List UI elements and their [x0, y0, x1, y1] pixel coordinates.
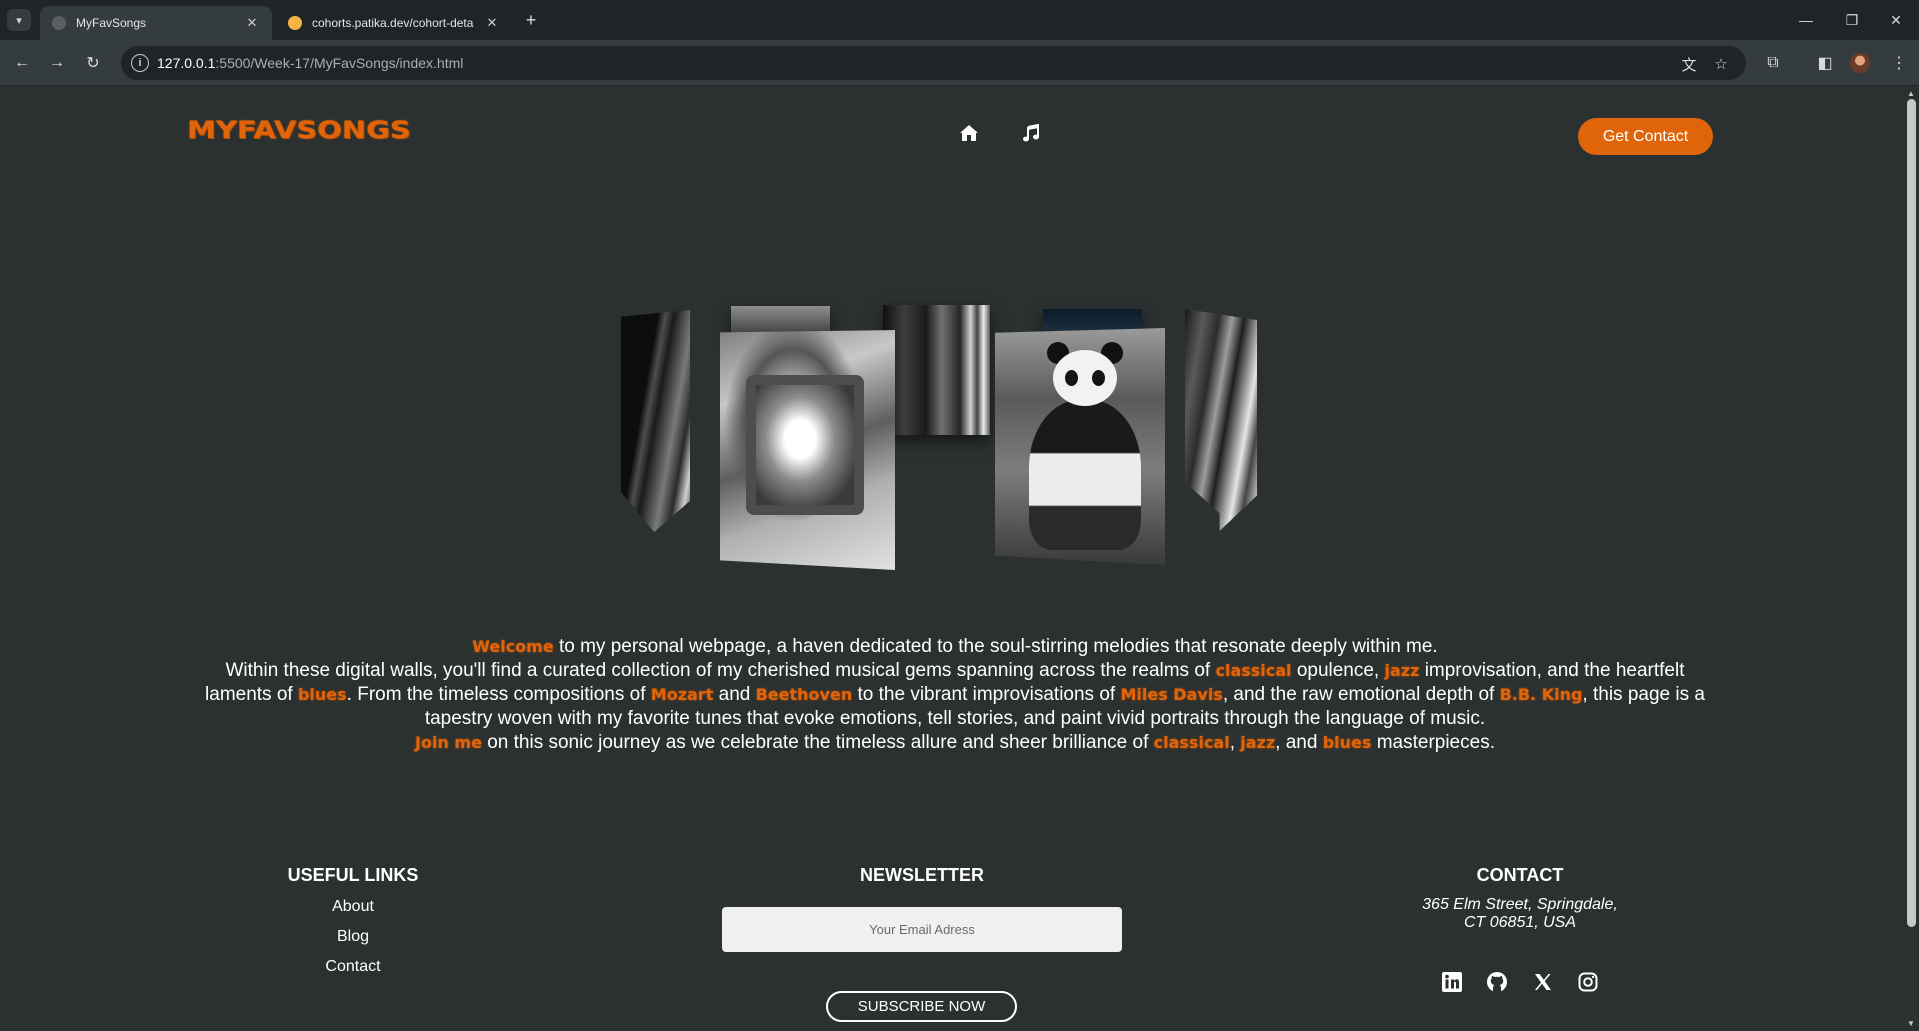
footer-link-blog[interactable]: Blog — [303, 928, 403, 946]
contact-address: 365 Elm Street, Springdale, CT 06851, US… — [1370, 896, 1670, 932]
intro-line-1: Welcome to my personal webpage, a haven … — [200, 635, 1710, 659]
instagram-icon[interactable] — [1576, 970, 1600, 994]
get-contact-button[interactable]: Get Contact — [1578, 118, 1713, 155]
intro-text-span: to the vibrant improvisations of — [857, 684, 1116, 705]
webpage: MYFAVSONGS Get Contact Welcome to my per… — [0, 87, 1903, 1031]
linkedin-icon[interactable] — [1440, 970, 1464, 994]
intro-text-span: opulence, — [1296, 660, 1380, 681]
highlight-jazz: jazz — [1384, 661, 1420, 680]
intro-text-span: masterpieces. — [1376, 732, 1495, 753]
highlight-join-me: Join me — [415, 733, 482, 752]
highlight-classical: classical — [1215, 661, 1292, 680]
intro-text-span: on this sonic journey as we celebrate th… — [487, 732, 1149, 753]
side-panel-icon[interactable]: ◧ — [1812, 50, 1838, 76]
carousel-image-far-left[interactable] — [621, 310, 690, 532]
highlight-beethoven: Beethoven — [755, 685, 853, 704]
intro-text: Welcome to my personal webpage, a haven … — [200, 635, 1710, 755]
extensions-icon[interactable]: ⧉ — [1760, 50, 1786, 76]
footer-link-contact[interactable]: Contact — [303, 958, 403, 976]
tab-label: MyFavSongs — [76, 16, 147, 30]
highlight-blues: blues — [1322, 733, 1372, 752]
intro-text-span: and — [718, 684, 751, 705]
reload-icon[interactable]: ↻ — [80, 50, 106, 76]
intro-paragraph-3: Join me on this sonic journey as we cele… — [200, 731, 1710, 755]
highlight-miles-davis: Miles Davis — [1120, 685, 1223, 704]
close-tab-icon[interactable]: ✕ — [484, 15, 500, 31]
highlight-classical: classical — [1153, 733, 1230, 752]
scroll-up-arrow-icon[interactable]: ▲ — [1906, 89, 1916, 98]
close-icon[interactable]: ✕ — [1876, 8, 1916, 32]
newsletter-email-input[interactable] — [722, 907, 1122, 952]
highlight-bb-king: B.B. King — [1499, 685, 1583, 704]
minimize-icon[interactable]: — — [1786, 8, 1826, 32]
panda-eye — [1092, 370, 1105, 386]
site-info-icon[interactable]: i — [131, 54, 149, 72]
scroll-down-arrow-icon[interactable]: ▼ — [1906, 1019, 1916, 1028]
forward-icon[interactable]: → — [44, 50, 70, 76]
panda-head — [1053, 350, 1117, 406]
panda-body — [1029, 400, 1141, 550]
highlight-blues: blues — [297, 685, 347, 704]
url-path: :5500/Week-17/MyFavSongs/index.html — [215, 55, 464, 71]
home-icon[interactable] — [957, 122, 981, 144]
panda-eye — [1065, 370, 1078, 386]
useful-links-title: USEFUL LINKS — [287, 865, 419, 885]
profile-avatar[interactable] — [1850, 53, 1870, 73]
x-twitter-icon[interactable] — [1531, 970, 1555, 994]
tab-label: cohorts.patika.dev/cohort-deta — [312, 16, 474, 30]
contact-title: CONTACT — [1476, 865, 1564, 885]
browser-tabstrip: ▾ MyFavSongs ✕ cohorts.patika.dev/cohort… — [0, 0, 1919, 40]
carousel-image-far-right[interactable] — [1185, 309, 1257, 531]
highlight-jazz: jazz — [1240, 733, 1276, 752]
browser-toolbar: ← → ↻ i 127.0.0.1:5500/Week-17/MyFavSong… — [0, 40, 1919, 86]
intro-text-span: , and the raw emotional depth of — [1222, 684, 1495, 705]
new-tab-icon[interactable]: + — [520, 9, 542, 31]
patika-favicon-icon — [288, 16, 302, 30]
music-icon[interactable] — [1019, 122, 1043, 144]
site-logo[interactable]: MYFAVSONGS — [187, 116, 411, 144]
address-line: CT 06851, USA — [1463, 914, 1577, 931]
carousel-image-back-center[interactable] — [883, 305, 990, 435]
tab-patika[interactable]: cohorts.patika.dev/cohort-deta ✕ — [276, 6, 512, 40]
tab-search-icon[interactable]: ▾ — [7, 9, 31, 31]
highlight-welcome: Welcome — [472, 637, 554, 656]
github-icon[interactable] — [1485, 970, 1509, 994]
address-line: 365 Elm Street, Springdale, — [1422, 896, 1618, 913]
restore-icon[interactable]: ❐ — [1832, 8, 1872, 32]
url-host: 127.0.0.1 — [157, 55, 216, 71]
intro-text-span: , and — [1275, 732, 1318, 753]
close-tab-icon[interactable]: ✕ — [244, 15, 260, 31]
carousel-image-panda[interactable] — [995, 328, 1165, 565]
subscribe-button[interactable]: SUBSCRIBE NOW — [826, 991, 1017, 1022]
carousel-image-tv[interactable] — [720, 330, 895, 570]
newsletter-title: NEWSLETTER — [860, 865, 984, 885]
intro-paragraph-2: Within these digital walls, you'll find … — [200, 659, 1710, 731]
back-icon[interactable]: ← — [9, 50, 35, 76]
scrollbar-thumb[interactable] — [1907, 99, 1916, 927]
address-bar[interactable]: i 127.0.0.1:5500/Week-17/MyFavSongs/inde… — [121, 46, 1746, 80]
intro-text-span: to my personal webpage, a haven dedicate… — [558, 636, 1438, 657]
page-scrollbar[interactable]: ▲ ▼ — [1903, 87, 1919, 1031]
intro-text-span: . From the timeless compositions of — [346, 684, 646, 705]
intro-text-span: , — [1229, 732, 1235, 753]
tv-shape — [746, 375, 864, 515]
translate-icon[interactable]: 文 — [1679, 54, 1699, 74]
intro-text-span: Within these digital walls, you'll find … — [225, 660, 1211, 681]
highlight-mozart: Mozart — [650, 685, 714, 704]
tab-myfavsongs[interactable]: MyFavSongs ✕ — [40, 6, 272, 40]
footer-link-about[interactable]: About — [303, 898, 403, 916]
menu-icon[interactable]: ⋮ — [1886, 50, 1912, 76]
globe-icon — [52, 16, 66, 30]
bookmark-star-icon[interactable]: ☆ — [1711, 54, 1731, 74]
